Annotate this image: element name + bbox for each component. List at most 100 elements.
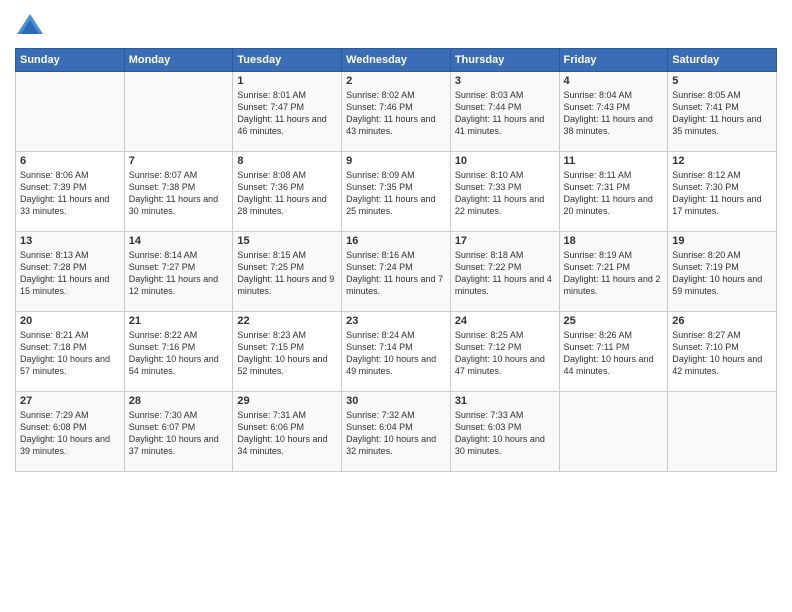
day-number: 18 [564,235,664,247]
day-info: Sunrise: 8:25 AM Sunset: 7:12 PM Dayligh… [455,329,555,378]
header-day-monday: Monday [124,49,233,72]
day-info: Sunrise: 8:11 AM Sunset: 7:31 PM Dayligh… [564,169,664,218]
calendar-cell: 1 Sunrise: 8:01 AM Sunset: 7:47 PM Daylig… [233,72,342,152]
header-day-wednesday: Wednesday [342,49,451,72]
calendar-cell: 18 Sunrise: 8:19 AM Sunset: 7:21 PM Dayli… [559,232,668,312]
day-info: Sunrise: 8:15 AM Sunset: 7:25 PM Dayligh… [237,249,337,298]
day-number: 6 [20,155,120,167]
header-day-sunday: Sunday [16,49,125,72]
day-info: Sunrise: 8:18 AM Sunset: 7:22 PM Dayligh… [455,249,555,298]
header-day-tuesday: Tuesday [233,49,342,72]
day-number: 14 [129,235,229,247]
day-number: 31 [455,395,555,407]
day-number: 29 [237,395,337,407]
day-number: 1 [237,75,337,87]
day-number: 21 [129,315,229,327]
calendar-cell: 3 Sunrise: 8:03 AM Sunset: 7:44 PM Daylig… [450,72,559,152]
calendar-cell [668,392,777,472]
day-info: Sunrise: 8:02 AM Sunset: 7:46 PM Dayligh… [346,89,446,138]
day-info: Sunrise: 8:20 AM Sunset: 7:19 PM Dayligh… [672,249,772,298]
day-info: Sunrise: 8:21 AM Sunset: 7:18 PM Dayligh… [20,329,120,378]
day-info: Sunrise: 8:06 AM Sunset: 7:39 PM Dayligh… [20,169,120,218]
calendar-cell: 9 Sunrise: 8:09 AM Sunset: 7:35 PM Daylig… [342,152,451,232]
calendar-cell: 25 Sunrise: 8:26 AM Sunset: 7:11 PM Dayli… [559,312,668,392]
day-info: Sunrise: 8:05 AM Sunset: 7:41 PM Dayligh… [672,89,772,138]
calendar-cell: 6 Sunrise: 8:06 AM Sunset: 7:39 PM Daylig… [16,152,125,232]
day-info: Sunrise: 8:24 AM Sunset: 7:14 PM Dayligh… [346,329,446,378]
calendar-cell: 10 Sunrise: 8:10 AM Sunset: 7:33 PM Dayli… [450,152,559,232]
calendar-cell: 8 Sunrise: 8:08 AM Sunset: 7:36 PM Daylig… [233,152,342,232]
calendar-cell [16,72,125,152]
header [15,10,777,40]
day-number: 8 [237,155,337,167]
day-number: 25 [564,315,664,327]
day-info: Sunrise: 8:22 AM Sunset: 7:16 PM Dayligh… [129,329,229,378]
day-number: 15 [237,235,337,247]
day-info: Sunrise: 7:31 AM Sunset: 6:06 PM Dayligh… [237,409,337,458]
day-number: 27 [20,395,120,407]
calendar-cell: 4Sunrise: 8:04 AM Sunset: 7:43 PM Daylig… [559,72,668,152]
day-info: Sunrise: 7:32 AM Sunset: 6:04 PM Dayligh… [346,409,446,458]
day-info: Sunrise: 8:26 AM Sunset: 7:11 PM Dayligh… [564,329,664,378]
day-info: Sunrise: 8:12 AM Sunset: 7:30 PM Dayligh… [672,169,772,218]
day-info: Sunrise: 7:29 AM Sunset: 6:08 PM Dayligh… [20,409,120,458]
day-info: Sunrise: 8:13 AM Sunset: 7:28 PM Dayligh… [20,249,120,298]
calendar-header-row: SundayMondayTuesdayWednesdayThursdayFrid… [16,49,777,72]
calendar-cell: 19Sunrise: 8:20 AM Sunset: 7:19 PM Dayli… [668,232,777,312]
day-number: 9 [346,155,446,167]
day-number: 7 [129,155,229,167]
day-info: Sunrise: 8:27 AM Sunset: 7:10 PM Dayligh… [672,329,772,378]
calendar-cell: 13 Sunrise: 8:13 AM Sunset: 7:28 PM Dayli… [16,232,125,312]
calendar-cell: 15 Sunrise: 8:15 AM Sunset: 7:25 PM Dayli… [233,232,342,312]
main-container: SundayMondayTuesdayWednesdayThursdayFrid… [0,0,792,482]
day-info: Sunrise: 8:10 AM Sunset: 7:33 PM Dayligh… [455,169,555,218]
calendar-cell: 14Sunrise: 8:14 AM Sunset: 7:27 PM Dayli… [124,232,233,312]
day-info: Sunrise: 8:08 AM Sunset: 7:36 PM Dayligh… [237,169,337,218]
day-number: 16 [346,235,446,247]
day-number: 13 [20,235,120,247]
calendar-cell: 22 Sunrise: 8:23 AM Sunset: 7:15 PM Dayli… [233,312,342,392]
calendar-week-1: 1 Sunrise: 8:01 AM Sunset: 7:47 PM Daylig… [16,72,777,152]
day-number: 3 [455,75,555,87]
calendar-cell: 20Sunrise: 8:21 AM Sunset: 7:18 PM Dayli… [16,312,125,392]
calendar-week-3: 13 Sunrise: 8:13 AM Sunset: 7:28 PM Dayli… [16,232,777,312]
logo [15,10,49,40]
day-number: 28 [129,395,229,407]
day-number: 24 [455,315,555,327]
calendar-cell: 21 Sunrise: 8:22 AM Sunset: 7:16 PM Dayli… [124,312,233,392]
calendar-cell: 11 Sunrise: 8:11 AM Sunset: 7:31 PM Dayli… [559,152,668,232]
calendar-cell: 26Sunrise: 8:27 AM Sunset: 7:10 PM Dayli… [668,312,777,392]
day-number: 5 [672,75,772,87]
calendar-cell: 29 Sunrise: 7:31 AM Sunset: 6:06 PM Dayli… [233,392,342,472]
calendar-cell [559,392,668,472]
day-number: 22 [237,315,337,327]
day-info: Sunrise: 8:07 AM Sunset: 7:38 PM Dayligh… [129,169,229,218]
calendar-cell: 23 Sunrise: 8:24 AM Sunset: 7:14 PM Dayli… [342,312,451,392]
day-info: Sunrise: 8:09 AM Sunset: 7:35 PM Dayligh… [346,169,446,218]
day-info: Sunrise: 8:03 AM Sunset: 7:44 PM Dayligh… [455,89,555,138]
calendar-week-4: 20Sunrise: 8:21 AM Sunset: 7:18 PM Dayli… [16,312,777,392]
header-day-saturday: Saturday [668,49,777,72]
day-info: Sunrise: 8:16 AM Sunset: 7:24 PM Dayligh… [346,249,446,298]
calendar-cell: 28Sunrise: 7:30 AM Sunset: 6:07 PM Dayli… [124,392,233,472]
day-number: 2 [346,75,446,87]
day-number: 30 [346,395,446,407]
day-number: 23 [346,315,446,327]
calendar-cell: 12Sunrise: 8:12 AM Sunset: 7:30 PM Dayli… [668,152,777,232]
header-day-thursday: Thursday [450,49,559,72]
day-number: 11 [564,155,664,167]
day-info: Sunrise: 8:01 AM Sunset: 7:47 PM Dayligh… [237,89,337,138]
calendar-cell: 7 Sunrise: 8:07 AM Sunset: 7:38 PM Daylig… [124,152,233,232]
calendar-week-2: 6 Sunrise: 8:06 AM Sunset: 7:39 PM Daylig… [16,152,777,232]
calendar-cell: 2 Sunrise: 8:02 AM Sunset: 7:46 PM Daylig… [342,72,451,152]
calendar-cell: 16 Sunrise: 8:16 AM Sunset: 7:24 PM Dayli… [342,232,451,312]
logo-icon [15,10,45,40]
day-number: 10 [455,155,555,167]
calendar-cell: 27 Sunrise: 7:29 AM Sunset: 6:08 PM Dayli… [16,392,125,472]
calendar-body: 1 Sunrise: 8:01 AM Sunset: 7:47 PM Daylig… [16,72,777,472]
day-info: Sunrise: 8:19 AM Sunset: 7:21 PM Dayligh… [564,249,664,298]
calendar-cell: 17Sunrise: 8:18 AM Sunset: 7:22 PM Dayli… [450,232,559,312]
day-info: Sunrise: 7:33 AM Sunset: 6:03 PM Dayligh… [455,409,555,458]
day-info: Sunrise: 8:23 AM Sunset: 7:15 PM Dayligh… [237,329,337,378]
calendar-cell: 24 Sunrise: 8:25 AM Sunset: 7:12 PM Dayli… [450,312,559,392]
